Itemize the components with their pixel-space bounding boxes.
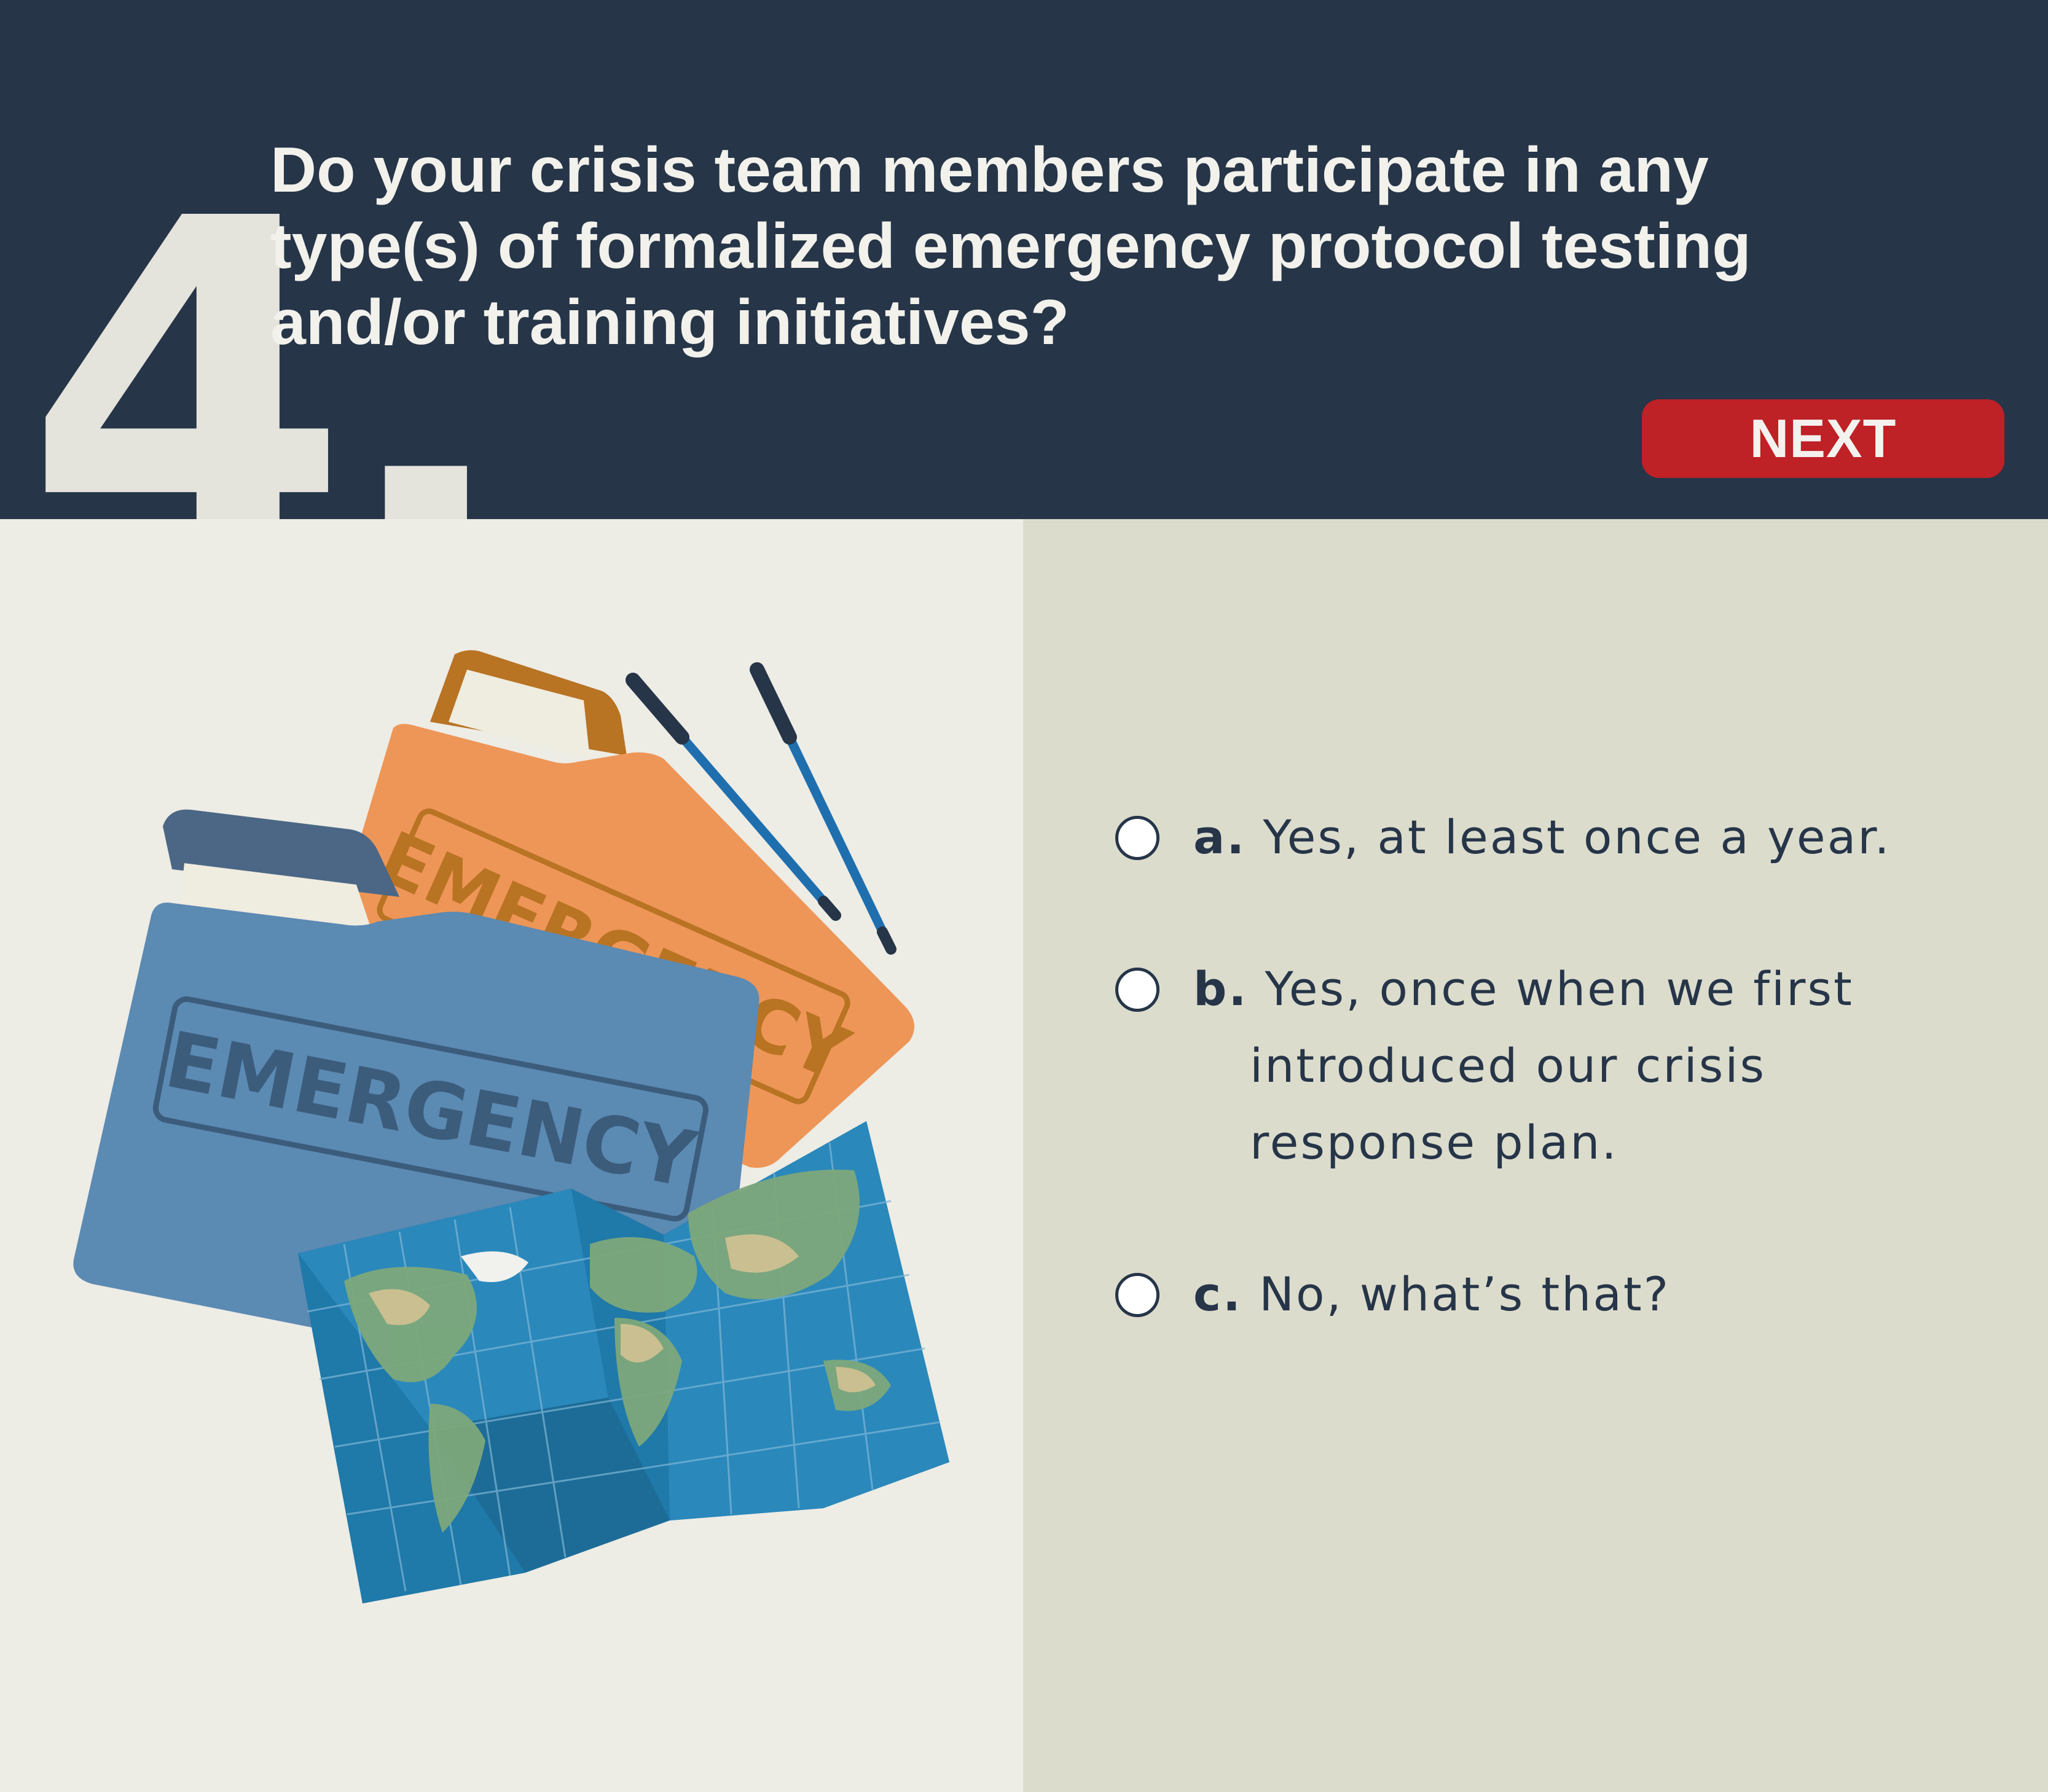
radio-button-a[interactable] [1115,816,1159,860]
option-b[interactable]: b. Yes, once when we first introduced ou… [1115,950,2006,1181]
option-b-line-3: response plan. [1250,1115,1618,1170]
option-c[interactable]: c. No, what’s that? [1115,1256,2006,1332]
option-a-text: a. Yes, at least once a year. [1193,799,1891,875]
answer-options: a. Yes, at least once a year. b. Yes, on… [1115,799,2006,1332]
emergency-folders-map-illustration: EMERGENCY EMERGENCY [73,650,949,1603]
option-b-line-1: Yes, once when we first [1265,961,1854,1016]
option-b-letter: b. [1193,961,1249,1016]
option-b-text: b. Yes, once when we first introduced ou… [1193,950,1854,1181]
option-c-line-1: No, what’s that? [1259,1267,1671,1321]
radio-button-c[interactable] [1115,1273,1159,1317]
option-a-line-1: Yes, at least once a year. [1263,810,1891,864]
option-a[interactable]: a. Yes, at least once a year. [1115,799,2006,875]
question-header: 4. Do your crisis team members participa… [0,0,2048,519]
next-button[interactable]: NEXT [1642,399,2004,478]
illustration-panel: EMERGENCY EMERGENCY [0,519,1023,1792]
option-a-letter: a. [1193,810,1247,864]
radio-button-b[interactable] [1115,968,1159,1012]
option-c-letter: c. [1193,1267,1242,1321]
question-text: Do your crisis team members participate … [270,135,1751,358]
answer-panel: a. Yes, at least once a year. b. Yes, on… [1023,519,2048,1792]
option-c-text: c. No, what’s that? [1193,1256,1670,1332]
option-b-line-2: introduced our crisis [1250,1038,1767,1093]
